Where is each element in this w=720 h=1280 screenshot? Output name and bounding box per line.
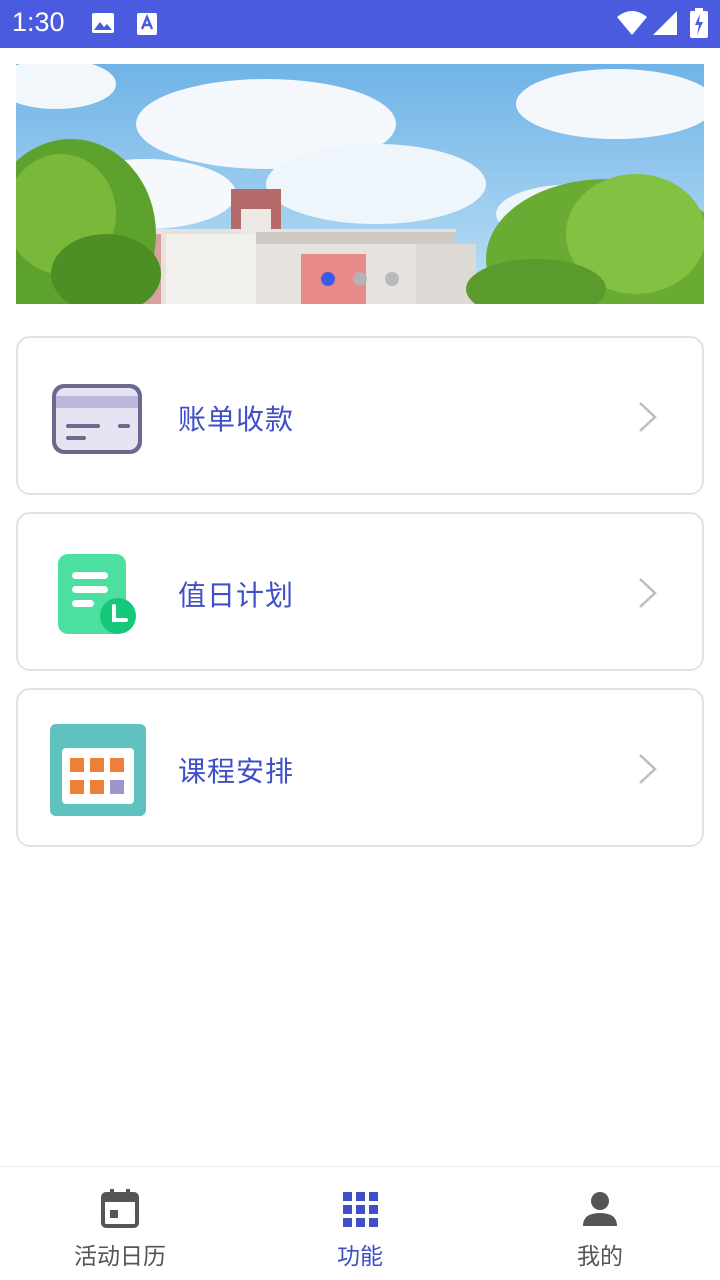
nav-label: 我的 <box>577 1244 623 1270</box>
grid-icon <box>343 1192 378 1227</box>
carousel-dot-3[interactable] <box>385 272 399 286</box>
nav-item-functions[interactable]: 功能 <box>240 1167 480 1280</box>
menu-item-duty-plan[interactable]: 值日计划 <box>16 512 704 671</box>
menu-item-course-schedule[interactable]: 课程安排 <box>16 688 704 847</box>
document-clock-icon <box>58 554 136 634</box>
nav-item-activity-calendar[interactable]: 活动日历 <box>0 1167 240 1280</box>
chevron-right-icon <box>639 754 657 784</box>
carousel-dot-1[interactable] <box>321 272 335 286</box>
calendar-icon <box>101 1189 139 1228</box>
banner-carousel[interactable] <box>16 64 704 304</box>
menu-item-billing[interactable]: 账单收款 <box>16 336 704 495</box>
status-time: 1:30 <box>12 7 65 37</box>
nav-label: 活动日历 <box>74 1244 166 1270</box>
image-icon <box>92 13 114 33</box>
nav-label: 功能 <box>337 1244 383 1270</box>
wifi-icon <box>617 11 647 35</box>
bottom-navigation: 活动日历 功能 我的 <box>0 1166 720 1280</box>
battery-icon <box>690 8 708 38</box>
menu-item-label: 课程安排 <box>178 755 295 788</box>
calendar-grid-icon <box>50 724 146 816</box>
menu-item-label: 账单收款 <box>178 403 295 436</box>
status-bar: 1:30 <box>0 0 720 48</box>
signal-icon <box>653 11 677 35</box>
credit-card-icon <box>52 384 142 454</box>
a-letter-icon <box>137 13 157 35</box>
chevron-right-icon <box>639 578 657 608</box>
banner-image <box>16 64 704 304</box>
person-icon <box>583 1192 617 1226</box>
chevron-right-icon <box>639 402 657 432</box>
menu-item-label: 值日计划 <box>178 579 295 612</box>
nav-item-mine[interactable]: 我的 <box>480 1167 720 1280</box>
carousel-dot-2[interactable] <box>353 272 367 286</box>
